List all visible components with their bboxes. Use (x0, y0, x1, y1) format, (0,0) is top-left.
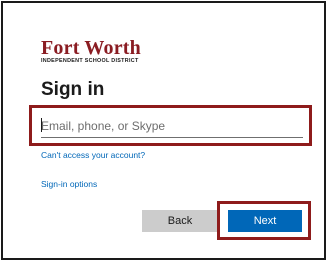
district-logo-title: Fort Worth (41, 37, 141, 59)
district-logo-subtitle: INDEPENDENT SCHOOL DISTRICT (41, 58, 139, 64)
email-field[interactable] (41, 115, 303, 138)
page-title: Sign in (41, 79, 105, 100)
text-cursor (41, 118, 42, 132)
back-button[interactable]: Back (142, 210, 218, 232)
cant-access-account-link[interactable]: Can't access your account? (41, 151, 145, 160)
next-button[interactable]: Next (228, 210, 302, 232)
sign-in-options-link[interactable]: Sign-in options (41, 180, 97, 189)
